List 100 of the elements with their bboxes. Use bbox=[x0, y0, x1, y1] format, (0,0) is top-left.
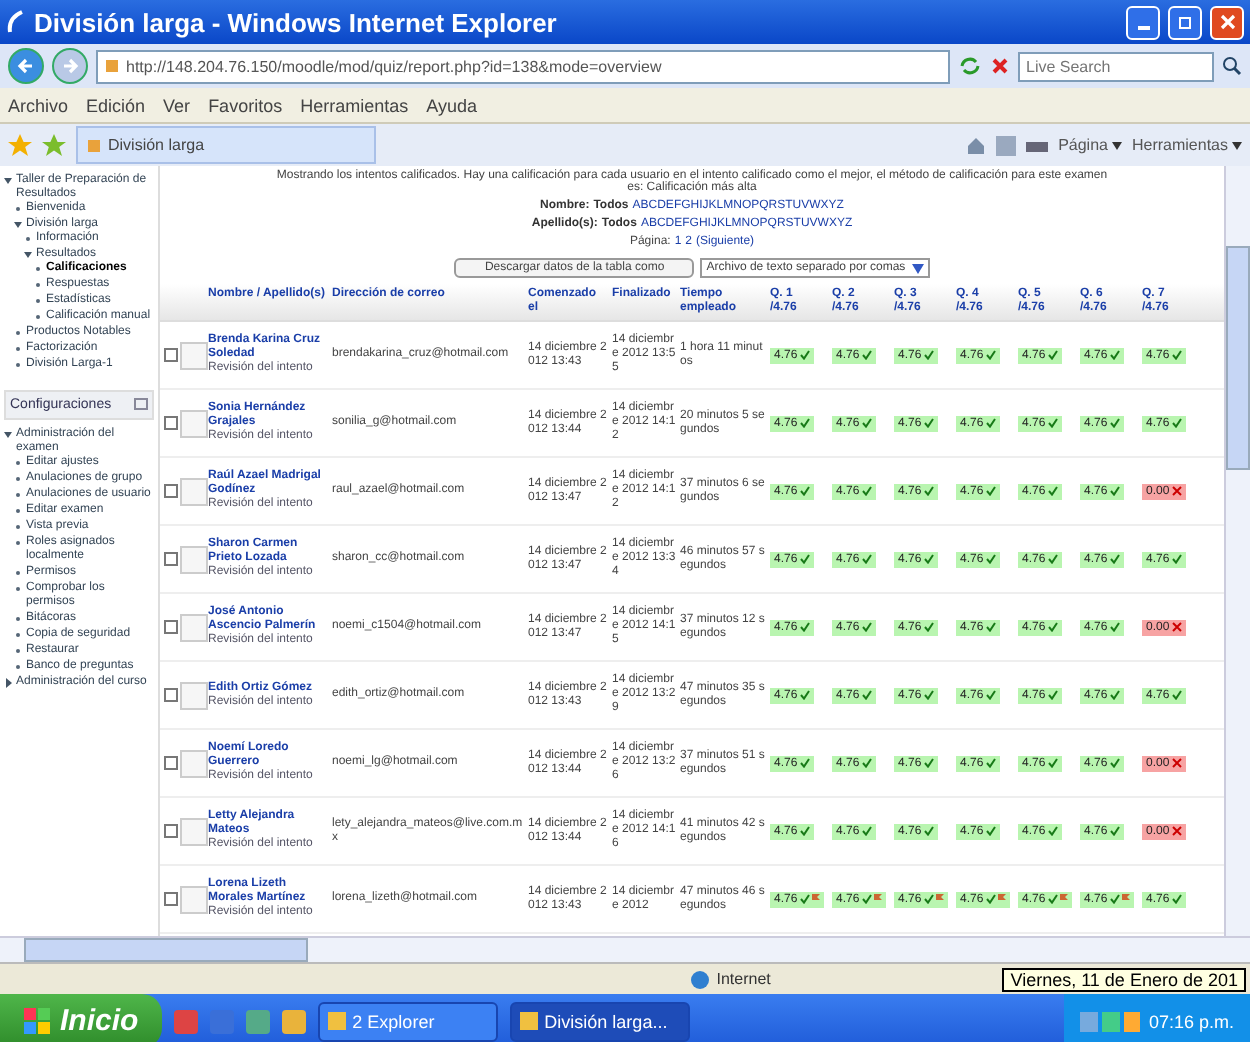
horizontal-scrollbar[interactable] bbox=[0, 936, 1250, 962]
minimize-button[interactable] bbox=[1126, 5, 1160, 39]
check-icon bbox=[799, 758, 810, 768]
check-icon bbox=[1047, 826, 1058, 836]
check-icon bbox=[923, 350, 934, 360]
check-icon bbox=[923, 894, 934, 904]
check-icon bbox=[1109, 894, 1120, 904]
command-button[interactable]: Página bbox=[1058, 136, 1122, 154]
flag-icon bbox=[873, 894, 882, 904]
menu-item[interactable]: Ayuda bbox=[426, 95, 477, 115]
flag-icon bbox=[935, 894, 944, 904]
cross-icon bbox=[1171, 622, 1182, 632]
check-icon bbox=[985, 894, 996, 904]
check-icon bbox=[1171, 554, 1182, 564]
browser-tab[interactable]: División larga bbox=[76, 126, 376, 164]
check-icon bbox=[799, 894, 810, 904]
check-icon bbox=[1171, 690, 1182, 700]
check-icon bbox=[799, 622, 810, 632]
check-icon bbox=[923, 826, 934, 836]
check-icon bbox=[1171, 350, 1182, 360]
restore-icon bbox=[1177, 14, 1193, 30]
check-icon bbox=[799, 554, 810, 564]
menu-item[interactable]: Edición bbox=[86, 95, 146, 115]
window-icon bbox=[328, 1012, 347, 1030]
row-checkbox[interactable] bbox=[163, 756, 177, 770]
check-icon bbox=[1047, 350, 1058, 360]
check-icon bbox=[985, 418, 996, 428]
command-button[interactable]: Herramientas bbox=[1131, 136, 1242, 154]
menu-item[interactable]: Herramientas bbox=[300, 95, 409, 115]
row-checkbox[interactable] bbox=[163, 484, 177, 498]
caret-icon bbox=[911, 263, 924, 273]
address-field[interactable]: http://148.204.76.150/moodle/mod/quiz/report.php?id=138&mode=overview bbox=[96, 49, 950, 83]
forward-button[interactable] bbox=[52, 48, 88, 84]
row-checkbox[interactable] bbox=[163, 416, 177, 430]
globe-icon bbox=[690, 969, 711, 989]
check-icon bbox=[923, 690, 934, 700]
taskbar-button[interactable]: 2 Explorer bbox=[318, 1001, 499, 1041]
vertical-scrollbar[interactable] bbox=[1224, 166, 1250, 936]
close-button[interactable] bbox=[1210, 5, 1244, 39]
clock: 07:16 p.m. bbox=[1148, 1011, 1234, 1031]
check-icon bbox=[985, 690, 996, 700]
restore-button[interactable] bbox=[1168, 5, 1202, 39]
check-icon bbox=[1109, 418, 1120, 428]
check-icon bbox=[923, 418, 934, 428]
check-icon bbox=[1047, 622, 1058, 632]
check-icon bbox=[799, 418, 810, 428]
avatar bbox=[180, 749, 208, 777]
row-checkbox[interactable] bbox=[163, 824, 177, 838]
check-icon bbox=[985, 622, 996, 632]
check-icon bbox=[1109, 486, 1120, 496]
avatar bbox=[180, 885, 208, 913]
expand-arrow-icon bbox=[4, 176, 12, 186]
avatar bbox=[180, 341, 208, 369]
date-tooltip: Viernes, 11 de Enero de 201 bbox=[1002, 967, 1246, 991]
row-checkbox[interactable] bbox=[163, 620, 177, 634]
menu-item[interactable]: Ver bbox=[163, 95, 191, 115]
check-icon bbox=[1171, 418, 1182, 428]
check-icon bbox=[861, 622, 872, 632]
search-icon[interactable] bbox=[1222, 56, 1242, 76]
check-icon bbox=[1047, 554, 1058, 564]
caret-icon bbox=[1111, 141, 1122, 149]
flag-icon bbox=[811, 894, 820, 904]
menu-item[interactable]: Favoritos bbox=[208, 95, 283, 115]
zone-indicator: Internet bbox=[690, 969, 991, 989]
row-checkbox[interactable] bbox=[163, 688, 177, 702]
check-icon bbox=[861, 894, 872, 904]
page-icon bbox=[104, 58, 120, 74]
back-button[interactable] bbox=[8, 48, 44, 84]
check-icon bbox=[799, 690, 810, 700]
browser-logo-icon bbox=[6, 10, 26, 34]
page-icon bbox=[86, 137, 102, 153]
row-checkbox[interactable] bbox=[163, 552, 177, 566]
search-field[interactable]: Live Search bbox=[1018, 51, 1214, 81]
check-icon bbox=[799, 486, 810, 496]
check-icon bbox=[1109, 690, 1120, 700]
row-checkbox[interactable] bbox=[163, 348, 177, 362]
taskbar-button[interactable]: División larga... bbox=[510, 1001, 691, 1041]
favorites-star-icon[interactable] bbox=[8, 133, 32, 157]
avatar bbox=[180, 409, 208, 437]
home-icon[interactable] bbox=[966, 135, 987, 155]
avatar bbox=[180, 681, 208, 709]
check-icon bbox=[1109, 554, 1120, 564]
check-icon bbox=[923, 486, 934, 496]
quick-launch-icon[interactable] bbox=[282, 1009, 307, 1033]
check-icon bbox=[1047, 758, 1058, 768]
check-icon bbox=[861, 554, 872, 564]
check-icon bbox=[985, 758, 996, 768]
left-arrow-icon bbox=[16, 56, 36, 76]
flag-icon bbox=[1059, 894, 1068, 904]
check-icon bbox=[1171, 894, 1182, 904]
flag-icon bbox=[1121, 894, 1130, 904]
dock-icon[interactable] bbox=[134, 398, 148, 410]
row-checkbox[interactable] bbox=[163, 892, 177, 906]
menu-item[interactable]: Archivo bbox=[8, 95, 69, 115]
stop-icon[interactable] bbox=[990, 56, 1010, 76]
avatar bbox=[180, 613, 208, 641]
avatar bbox=[180, 477, 208, 505]
refresh-icon[interactable] bbox=[958, 56, 982, 76]
cross-icon bbox=[1171, 826, 1182, 836]
expand-arrow-icon bbox=[4, 430, 12, 440]
